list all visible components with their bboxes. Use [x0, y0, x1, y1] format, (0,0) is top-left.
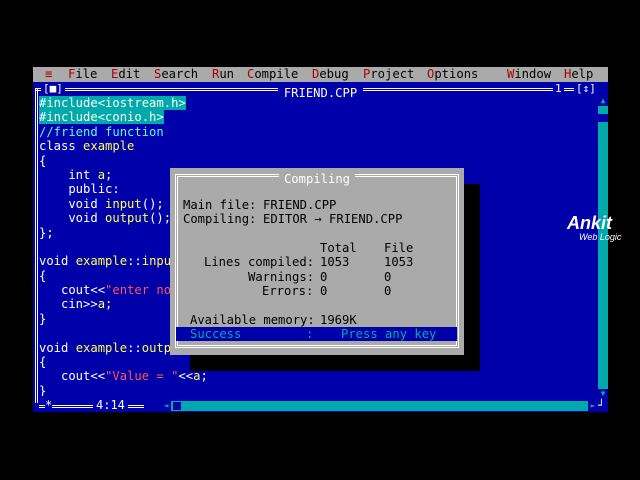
dialog-title: Compiling [170, 168, 464, 187]
code-token: a [97, 297, 106, 312]
code-token: { [39, 355, 47, 370]
lines-compiled-label: Lines compiled: [204, 255, 315, 269]
code-token: { [39, 153, 47, 168]
code-token: }; [39, 225, 54, 240]
menu-options[interactable]: Options [427, 67, 478, 82]
horizontal-scroll-thumb[interactable] [173, 402, 181, 410]
system-menu-icon[interactable]: ≡ [45, 67, 52, 82]
window-number: 1 [553, 82, 564, 96]
status-text: Success [190, 327, 242, 341]
code-token: output [105, 211, 150, 226]
code-line[interactable]: #include<conio.h> [39, 110, 594, 125]
code-token: ; [105, 297, 113, 312]
horizontal-scrollbar[interactable]: ◄ ► [161, 401, 598, 411]
code-token: input [105, 196, 142, 211]
available-memory-value: 1969K [320, 313, 357, 327]
compiling-value: EDITOR → FRIEND.CPP [263, 212, 403, 226]
code-token: } [39, 311, 47, 326]
code-token: class [39, 139, 84, 154]
code-token: cout<< [39, 283, 106, 298]
resize-corner-icon[interactable]: ┘ [598, 399, 608, 412]
cursor-position: 4:14 [93, 399, 128, 412]
status-bar[interactable]: Success : Press any key [176, 327, 457, 341]
modified-marker: * [45, 398, 53, 412]
warnings-file: 0 [384, 270, 392, 284]
press-any-key-prompt[interactable]: Press any key [341, 327, 436, 341]
warnings-label: Warnings: [248, 270, 315, 284]
code-token: example [75, 340, 128, 355]
code-token: { [39, 268, 47, 283]
column-file-header: File [384, 241, 414, 255]
lines-compiled-file: 1053 [384, 255, 414, 269]
menu-edit[interactable]: Edit [111, 67, 140, 82]
editor-frame-left [35, 88, 38, 403]
main-file-label: Main file: [183, 198, 257, 212]
code-token: public: [39, 182, 120, 197]
available-memory-label: Available memory: [190, 313, 315, 327]
compiling-label: Compiling: [183, 212, 257, 226]
code-token: example [83, 139, 135, 154]
menu-project[interactable]: Project [363, 67, 414, 82]
dialog-title-text: Compiling [278, 172, 356, 186]
column-total-header: Total [320, 241, 357, 255]
watermark-logo: Ankit Web Logic [559, 213, 640, 249]
code-line[interactable]: { [39, 154, 594, 168]
code-token: :: [127, 254, 142, 269]
code-token: cout<< [39, 369, 106, 384]
scroll-up-icon[interactable]: ▲ [598, 96, 608, 106]
errors-label: Errors: [262, 284, 314, 298]
editor-status-bar: * 4:14 ◄ ► [33, 399, 608, 412]
code-token: void [39, 211, 106, 226]
warnings-total: 0 [320, 270, 328, 284]
code-token: ; [200, 369, 208, 384]
code-token: void [39, 196, 106, 211]
code-token: void [39, 254, 76, 269]
menu-file[interactable]: File [68, 67, 97, 82]
watermark-brand: Ankit [567, 213, 612, 233]
vertical-scroll-thumb[interactable] [598, 114, 608, 122]
code-token: #include<iostream.h> [39, 96, 186, 110]
code-line[interactable]: #include<iostream.h> [39, 96, 594, 110]
code-line[interactable]: } [39, 384, 594, 396]
code-token: int [39, 167, 98, 182]
scroll-right-icon[interactable]: ► [588, 401, 598, 411]
code-token: << [178, 369, 194, 384]
menu-debug[interactable]: Debug [312, 67, 349, 82]
main-file-value: FRIEND.CPP [263, 198, 337, 212]
menu-search[interactable]: Search [154, 67, 198, 82]
code-token: a [97, 167, 106, 182]
scroll-down-icon[interactable]: ▼ [598, 389, 608, 399]
menu-run[interactable]: Run [212, 67, 234, 82]
menu-compile[interactable]: Compile [247, 67, 298, 82]
scroll-left-icon[interactable]: ◄ [161, 401, 171, 411]
editor-frame-bottom [39, 405, 144, 408]
code-token: #include<conio.h> [39, 110, 164, 125]
code-token: (); [141, 196, 164, 211]
code-token: void [39, 340, 76, 355]
code-line[interactable]: class example [39, 139, 594, 153]
code-token: outp [141, 340, 172, 355]
code-token: :: [127, 340, 142, 355]
code-token: "enter no [105, 283, 172, 298]
watermark-tagline: Web Logic [579, 232, 622, 242]
code-token: example [75, 254, 128, 269]
code-token: //friend function [39, 124, 164, 139]
code-token: cin>> [39, 297, 98, 312]
code-token: ; [105, 167, 113, 182]
code-token: (); [149, 211, 172, 226]
errors-total: 0 [320, 284, 328, 298]
zoom-box-icon[interactable]: [↕] [574, 82, 598, 96]
errors-file: 0 [384, 284, 392, 298]
compiling-dialog[interactable]: Compiling Main file: FRIEND.CPP Compilin… [170, 168, 464, 355]
menu-bar: ≡ File Edit Search Run Compile Debug Pro… [33, 67, 608, 82]
code-token: "Value = " [105, 369, 179, 384]
code-token: } [39, 383, 47, 396]
code-line[interactable]: //friend function [39, 125, 594, 139]
status-separator: : [306, 327, 314, 341]
lines-compiled-total: 1053 [320, 255, 350, 269]
menu-window[interactable]: Window [507, 67, 551, 82]
code-line[interactable]: cout<<"Value = "<<a; [39, 369, 594, 383]
menu-help[interactable]: Help [564, 67, 593, 82]
